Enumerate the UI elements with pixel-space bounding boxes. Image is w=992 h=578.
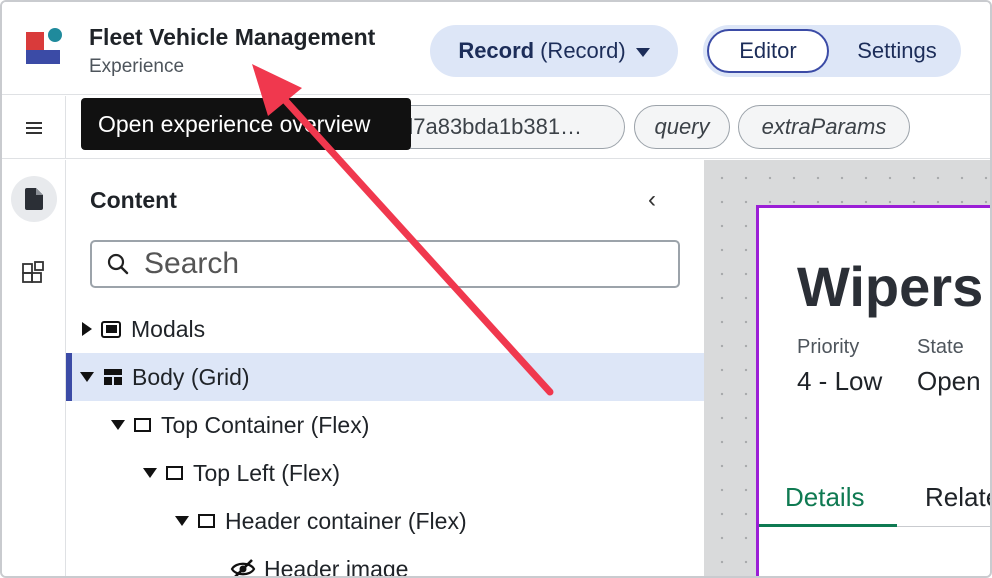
preview-record-title: Wipers d: [797, 255, 990, 318]
app-subtitle[interactable]: Experience: [89, 56, 184, 78]
tab-related[interactable]: Relate: [925, 482, 990, 513]
collapse-triangle-icon[interactable]: [80, 372, 94, 382]
tree-item-body-grid[interactable]: Body (Grid): [66, 353, 704, 401]
editor-mode-button[interactable]: Editor: [707, 29, 829, 73]
priority-label: Priority: [797, 336, 860, 358]
tree-item-label: Top Left (Flex): [193, 459, 340, 486]
app-window: Fleet Vehicle Management Experience Reco…: [0, 0, 992, 578]
sys-id-param-chip[interactable]: d7a83bda1b381…: [382, 105, 625, 149]
tree-item-label: Top Container (Flex): [161, 411, 370, 438]
tab-details[interactable]: Details: [785, 482, 864, 513]
search-input[interactable]: [144, 247, 664, 281]
record-page-selector[interactable]: Record (Record): [430, 25, 678, 77]
content-panel: Content ‹ Modals Body (Gri: [66, 160, 704, 578]
hamburger-icon: [25, 121, 42, 134]
page-preview[interactable]: Wipers d Priority 4 - Low State Open Det…: [756, 205, 990, 576]
mode-switcher: Editor Settings: [703, 25, 961, 77]
settings-mode-button[interactable]: Settings: [839, 29, 955, 73]
left-rail: [2, 160, 66, 576]
tree-item-header-container[interactable]: Header container (Flex): [66, 497, 704, 545]
tree-item-modals[interactable]: Modals: [66, 305, 704, 353]
top-header: Fleet Vehicle Management Experience Reco…: [2, 2, 990, 95]
query-param-chip[interactable]: query: [634, 105, 730, 149]
tooltip: Open experience overview: [81, 98, 411, 150]
tab-divider: [897, 526, 990, 527]
container-icon: [166, 466, 183, 480]
container-icon: [134, 418, 151, 432]
search-icon: [107, 253, 129, 275]
panel-title: Content: [90, 187, 177, 213]
collapse-triangle-icon[interactable]: [111, 420, 125, 430]
container-icon: [198, 514, 215, 528]
state-value: Open: [917, 366, 981, 396]
app-logo-icon[interactable]: [24, 28, 64, 66]
record-selector-detail: (Record): [540, 38, 626, 63]
collapse-triangle-icon[interactable]: [175, 516, 189, 526]
caret-down-icon: [635, 47, 650, 57]
collapse-triangle-icon[interactable]: [143, 468, 157, 478]
components-tab-button[interactable]: [20, 260, 48, 288]
tree-item-label: Header container (Flex): [225, 507, 467, 534]
document-icon: [25, 188, 43, 210]
menu-button[interactable]: [2, 96, 66, 159]
modal-icon: [101, 320, 121, 338]
state-label: State: [917, 336, 964, 358]
grid-layout-icon: [104, 369, 122, 385]
tree-item-header-image[interactable]: Header image: [66, 545, 704, 578]
tree-item-top-container[interactable]: Top Container (Flex): [66, 401, 704, 449]
app-title[interactable]: Fleet Vehicle Management: [89, 24, 375, 51]
record-selector-name: Record: [458, 38, 535, 63]
tree-item-label: Modals: [131, 315, 206, 342]
content-tab-button[interactable]: [11, 176, 57, 222]
active-tab-indicator: [759, 524, 897, 527]
collapse-panel-chevron-left-icon[interactable]: ‹: [648, 188, 668, 212]
tree-item-label: Header image: [264, 555, 409, 578]
expand-triangle-icon[interactable]: [82, 322, 92, 336]
extra-params-chip[interactable]: extraParams: [738, 105, 910, 149]
tree-item-top-left[interactable]: Top Left (Flex): [66, 449, 704, 497]
tree-item-label: Body (Grid): [132, 363, 250, 390]
components-icon: [22, 261, 44, 283]
hidden-eye-slash-icon: [230, 559, 256, 576]
priority-value: 4 - Low: [797, 366, 883, 396]
search-box: [90, 240, 680, 288]
